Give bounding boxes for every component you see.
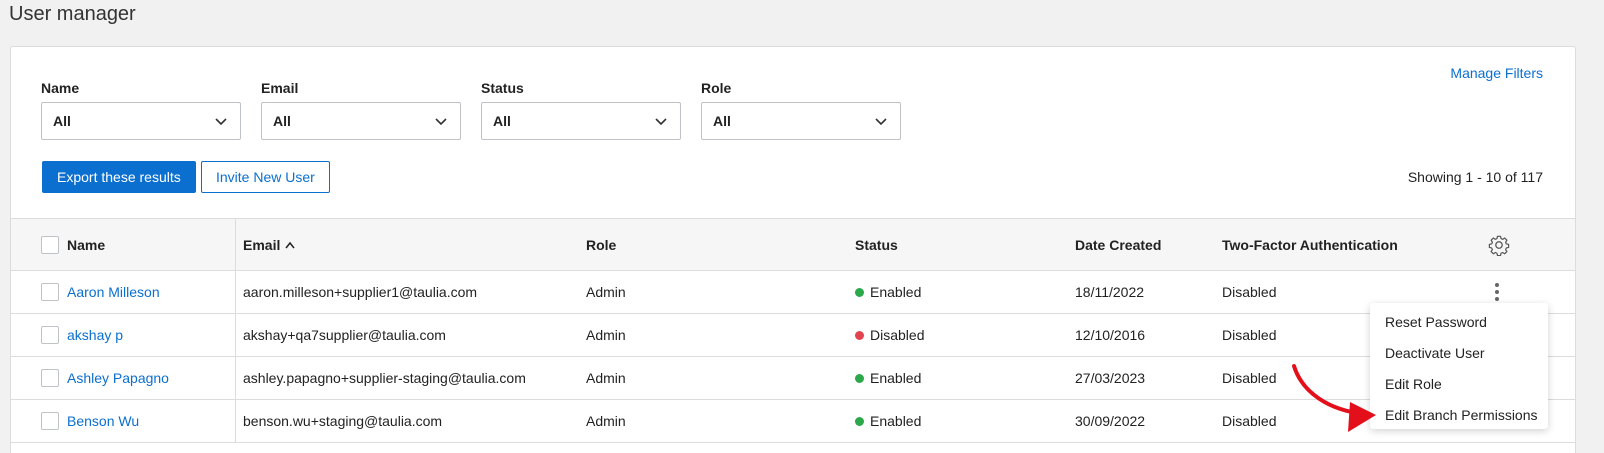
invite-new-user-button[interactable]: Invite New User (201, 161, 330, 193)
date-created: 12/10/2016 (1075, 327, 1146, 343)
row-checkbox[interactable] (41, 369, 59, 387)
select-value: All (713, 113, 731, 129)
column-divider (235, 400, 236, 442)
menu-item-deactivate-user[interactable]: Deactivate User (1370, 337, 1548, 368)
two-factor-status: Disabled (1222, 327, 1277, 343)
column-divider (235, 271, 236, 313)
user-name-link[interactable]: Ashley Papagno (67, 357, 169, 399)
status-badge: Enabled (855, 271, 921, 313)
column-header-email[interactable]: Email (243, 219, 295, 270)
more-actions-icon[interactable] (1495, 283, 1499, 301)
filter-label: Status (481, 80, 524, 96)
table-row: akshay p akshay+qa7supplier@taulia.com A… (11, 314, 1575, 357)
status-text: Enabled (870, 284, 922, 300)
select-all-checkbox[interactable] (41, 235, 59, 254)
column-header-role[interactable]: Role (586, 219, 616, 270)
column-header-label: Email (243, 236, 281, 253)
chevron-down-icon (655, 118, 667, 126)
table-row: Benson Wu benson.wu+staging@taulia.com A… (11, 400, 1575, 443)
table-row: Aaron Milleson aaron.milleson+supplier1@… (11, 271, 1575, 314)
column-divider (235, 314, 236, 356)
status-badge: Enabled (855, 357, 921, 399)
row-checkbox[interactable] (41, 326, 59, 344)
date-created: 27/03/2023 (1075, 370, 1146, 386)
status-text: Enabled (870, 370, 922, 386)
users-table: Name Email Role Status Date Created Two-… (11, 218, 1575, 443)
user-role: Admin (586, 327, 626, 343)
status-badge: Disabled (855, 314, 924, 356)
filter-label: Email (261, 80, 299, 96)
filter-name: Name All (41, 80, 241, 140)
manage-filters-link[interactable]: Manage Filters (1450, 65, 1543, 81)
date-created: 18/11/2022 (1075, 284, 1145, 300)
date-created: 30/09/2022 (1075, 413, 1146, 429)
column-header-name[interactable]: Name (67, 219, 105, 270)
filter-email: Email All (261, 80, 461, 140)
page-title: User manager (9, 3, 136, 25)
user-role: Admin (586, 284, 626, 300)
status-text: Enabled (870, 413, 922, 429)
column-header-status[interactable]: Status (855, 219, 898, 270)
select-value: All (273, 113, 291, 129)
status-dot-icon (855, 330, 864, 340)
user-email: benson.wu+staging@taulia.com (243, 413, 443, 429)
status-dot-icon (855, 287, 864, 297)
row-actions-menu: Reset Password Deactivate User Edit Role… (1370, 303, 1548, 429)
column-header-two-factor[interactable]: Two-Factor Authentication (1222, 219, 1398, 270)
filter-label: Role (701, 80, 732, 96)
select-value: All (493, 113, 511, 129)
gear-icon[interactable] (1488, 219, 1510, 270)
user-email: aaron.milleson+supplier1@taulia.com (243, 284, 478, 300)
user-manager-card: Manage Filters Name All Email All Status… (10, 46, 1576, 453)
name-filter-select[interactable]: All (41, 102, 241, 140)
status-dot-icon (855, 373, 864, 383)
role-filter-select[interactable]: All (701, 102, 901, 140)
user-name-link[interactable]: akshay p (67, 314, 123, 356)
row-checkbox[interactable] (41, 283, 59, 301)
user-email: ashley.papagno+supplier-staging@taulia.c… (243, 370, 526, 386)
status-dot-icon (855, 416, 864, 426)
status-badge: Enabled (855, 400, 921, 442)
two-factor-status: Disabled (1222, 413, 1277, 429)
user-email: akshay+qa7supplier@taulia.com (243, 327, 446, 343)
filter-status: Status All (481, 80, 681, 140)
user-role: Admin (586, 370, 626, 386)
export-results-button[interactable]: Export these results (42, 161, 196, 193)
status-text: Disabled (870, 327, 925, 343)
chevron-down-icon (215, 118, 227, 126)
menu-item-reset-password[interactable]: Reset Password (1370, 306, 1548, 337)
two-factor-status: Disabled (1222, 370, 1277, 386)
table-header: Name Email Role Status Date Created Two-… (11, 218, 1575, 271)
filter-label: Name (41, 80, 80, 96)
column-divider (235, 219, 236, 270)
table-row: Ashley Papagno ashley.papagno+supplier-s… (11, 357, 1575, 400)
column-divider (235, 357, 236, 399)
two-factor-status: Disabled (1222, 284, 1277, 300)
chevron-down-icon (875, 118, 887, 126)
user-name-link[interactable]: Benson Wu (67, 400, 139, 442)
select-value: All (53, 113, 71, 129)
column-header-date-created[interactable]: Date Created (1075, 219, 1161, 270)
row-checkbox[interactable] (41, 412, 59, 430)
menu-item-edit-branch-permissions[interactable]: Edit Branch Permissions (1370, 399, 1548, 430)
user-name-link[interactable]: Aaron Milleson (67, 271, 160, 313)
status-filter-select[interactable]: All (481, 102, 681, 140)
user-role: Admin (586, 413, 626, 429)
sort-ascending-icon (285, 241, 295, 248)
filter-role: Role All (701, 80, 901, 140)
menu-item-edit-role[interactable]: Edit Role (1370, 368, 1548, 399)
email-filter-select[interactable]: All (261, 102, 461, 140)
chevron-down-icon (435, 118, 447, 126)
pagination-summary: Showing 1 - 10 of 117 (1407, 169, 1543, 185)
